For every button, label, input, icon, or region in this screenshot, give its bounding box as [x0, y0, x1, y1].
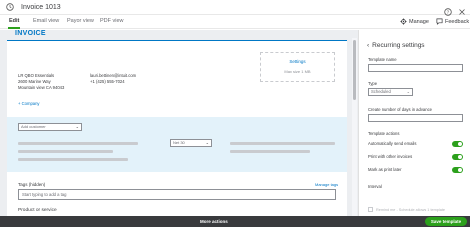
auto-send-toggle[interactable]	[452, 141, 463, 147]
remind-checkbox-label: Remind me - Schedule allows 1 template	[376, 207, 446, 212]
invoice-top-border	[7, 40, 347, 41]
svg-text:?: ?	[447, 10, 450, 15]
print-with-other-toggle[interactable]	[452, 154, 463, 160]
template-name-label: Template name	[368, 57, 397, 62]
panel-header[interactable]: ‹ Recurring settings	[367, 42, 425, 49]
recurring-settings-panel: ‹ Recurring settings Template name Type …	[358, 30, 470, 216]
logo-settings-link[interactable]: Settings	[261, 59, 334, 64]
add-company-link[interactable]: + Company	[18, 101, 40, 106]
company-city: Mountain view CA 94043	[18, 85, 65, 90]
customer-select[interactable]: Add customer ⌄	[18, 123, 82, 131]
clock-icon[interactable]	[5, 3, 14, 12]
remind-checkbox-row[interactable]: Remind me - Schedule allows 1 template	[368, 206, 463, 213]
chevron-down-icon: ⌄	[406, 89, 410, 94]
interval-label: Interval	[368, 184, 382, 189]
type-value: Scheduled	[371, 89, 391, 94]
toggle-label: Automatically send emails	[368, 141, 417, 146]
days-in-advance-label: Create number of days in advance	[368, 107, 433, 112]
panel-title: Recurring settings	[372, 42, 425, 49]
type-select[interactable]: Scheduled ⌄	[368, 88, 413, 96]
toggle-label: Mark as print later	[368, 167, 402, 172]
footer-bar: More actions Save template	[0, 216, 470, 227]
template-actions-label: Template actions	[368, 131, 400, 136]
tab-pdf-view[interactable]: PDF view	[100, 18, 124, 24]
manage-label: Manage	[409, 18, 429, 25]
invoice-title: INVOICE	[15, 30, 46, 37]
toggle-row[interactable]: Print with other invoices	[368, 153, 463, 161]
company-phone: +1 (425) 555-7024	[90, 79, 125, 84]
company-address[interactable]: LR QBO Essentials 2600 Marine Way Mounta…	[18, 73, 64, 91]
toggle-label: Print with other invoices	[368, 154, 413, 159]
toggle-row[interactable]: Mark as print later	[368, 166, 463, 174]
active-tab-indicator	[8, 27, 20, 29]
more-actions-button[interactable]: More actions	[200, 219, 228, 224]
manage-button[interactable]: Manage	[400, 18, 429, 25]
logo-dropzone[interactable]: Settings Max size 1 MB	[260, 52, 335, 82]
chevron-down-icon: ⌄	[205, 140, 209, 145]
template-name-input[interactable]	[368, 64, 463, 72]
top-bar: Invoice 1013 ?	[0, 0, 470, 16]
tab-payor-view[interactable]: Payor view	[67, 18, 94, 24]
terms-value: Net 30	[173, 140, 185, 145]
toggle-row[interactable]: Automatically send emails	[368, 140, 463, 148]
manage-tags-link[interactable]: Manage tags	[315, 182, 338, 187]
placeholder-bar	[18, 158, 128, 161]
product-section-label: Product or service	[18, 208, 57, 213]
tags-input[interactable]: Start typing to add a tag	[18, 189, 336, 200]
gear-icon	[400, 18, 407, 25]
print-later-toggle[interactable]	[452, 167, 463, 173]
placeholder-bar	[230, 142, 335, 145]
canvas-scroll-thumb[interactable]	[353, 40, 356, 100]
placeholder-bar	[18, 142, 138, 145]
remind-checkbox[interactable]	[368, 207, 373, 212]
placeholder-bar	[230, 150, 310, 153]
terms-select[interactable]: Net 30 ⌄	[170, 139, 212, 147]
feedback-button[interactable]: Feedback	[436, 18, 469, 25]
tab-bar: Edit Email view Payor view PDF view Mana…	[0, 15, 470, 29]
save-template-button[interactable]: Save template	[425, 217, 467, 226]
customer-placeholder: Add customer	[21, 124, 46, 129]
feedback-label: Feedback	[445, 18, 470, 25]
feedback-icon	[436, 18, 443, 25]
page-title: Invoice 1013	[21, 3, 61, 11]
tab-edit[interactable]: Edit	[9, 18, 19, 24]
placeholder-bar	[18, 150, 113, 153]
chevron-down-icon: ⌄	[75, 124, 79, 129]
logo-size-hint: Max size 1 MB	[284, 69, 311, 74]
company-contact[interactable]: lauri.bettinen@intuit.com +1 (425) 555-7…	[90, 73, 136, 85]
chevron-left-icon[interactable]: ‹	[367, 42, 369, 49]
type-label: Type	[368, 81, 378, 86]
tab-email-view[interactable]: Email view	[33, 18, 59, 24]
tags-label: Tags (hidden)	[18, 182, 46, 187]
days-in-advance-input[interactable]	[368, 114, 463, 122]
